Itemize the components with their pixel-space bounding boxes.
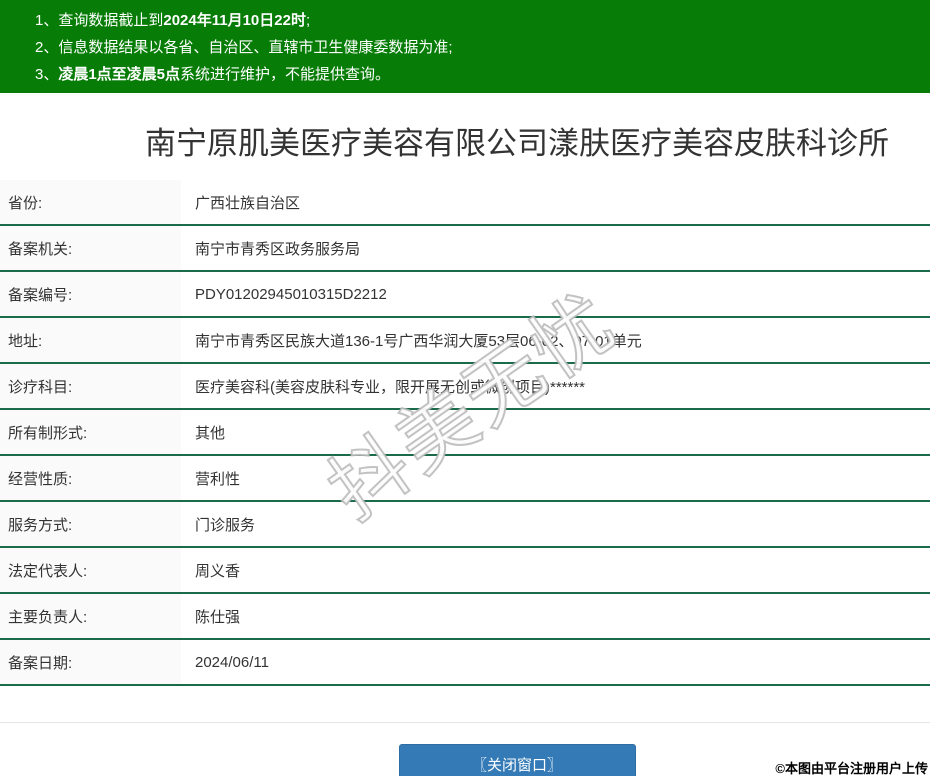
notice-number: 2、 xyxy=(35,39,59,56)
notice-text-pre: 信息数据结果以各省、自治区、直辖市卫生健康委数据为准; xyxy=(58,39,453,56)
row-label: 经营性质: xyxy=(0,456,181,500)
table-row: 经营性质: 营利性 xyxy=(0,456,930,502)
row-value: 陈仕强 xyxy=(195,608,241,626)
row-value: PDY01202945010315D2212 xyxy=(195,285,387,303)
notice-number: 1、 xyxy=(35,12,59,29)
notice-text-bold: 2024年11月10日22时 xyxy=(163,12,306,29)
row-value: 南宁市青秀区民族大道136-1号广西华润大厦53层06-02、07-01单元 xyxy=(195,332,642,350)
notice-item: 2、信息数据结果以各省、自治区、直辖市卫生健康委数据为准; xyxy=(35,34,920,61)
row-label: 备案编号: xyxy=(0,272,181,316)
notice-number: 3、 xyxy=(35,66,59,83)
table-row: 备案机关: 南宁市青秀区政务服务局 xyxy=(0,226,930,272)
table-row: 备案日期: 2024/06/11 xyxy=(0,640,930,686)
record-table: 省份: 广西壮族自治区 备案机关: 南宁市青秀区政务服务局 备案编号: PDY0… xyxy=(0,180,930,686)
table-row: 备案编号: PDY01202945010315D2212 xyxy=(0,272,930,318)
row-label: 备案机关: xyxy=(0,226,181,270)
row-label: 省份: xyxy=(0,180,181,224)
row-label: 所有制形式: xyxy=(0,410,181,454)
table-row: 诊疗科目: 医疗美容科(美容皮肤科专业，限开展无创或微创项目)****** xyxy=(0,364,930,410)
notice-item: 1、查询数据截止到2024年11月10日22时; xyxy=(35,7,920,34)
row-label: 法定代表人: xyxy=(0,548,181,592)
table-row: 法定代表人: 周义香 xyxy=(0,548,930,594)
row-value: 医疗美容科(美容皮肤科专业，限开展无创或微创项目)****** xyxy=(195,378,586,396)
table-row: 地址: 南宁市青秀区民族大道136-1号广西华润大厦53层06-02、07-01… xyxy=(0,318,930,364)
record-lookup-page: 1、查询数据截止到2024年11月10日22时; 2、信息数据结果以各省、自治区… xyxy=(0,0,930,776)
row-label: 主要负责人: xyxy=(0,594,181,638)
row-value: 周义香 xyxy=(195,562,241,580)
notice-text-post: 系统进行维护，不能提供查询。 xyxy=(180,66,391,83)
table-row: 省份: 广西壮族自治区 xyxy=(0,180,930,226)
row-value: 2024/06/11 xyxy=(195,653,269,671)
row-value: 营利性 xyxy=(195,470,241,488)
row-value: 南宁市青秀区政务服务局 xyxy=(195,240,361,258)
page-title: 南宁原肌美医疗美容有限公司漾肤医疗美容皮肤科诊所 xyxy=(145,126,889,161)
notice-text-pre: 查询数据截止到 xyxy=(58,12,164,29)
row-value: 其他 xyxy=(195,424,226,442)
row-value: 广西壮族自治区 xyxy=(195,194,301,212)
row-label: 备案日期: xyxy=(0,640,181,684)
close-window-button[interactable]: 〖关闭窗口〗 xyxy=(398,744,636,776)
table-row: 主要负责人: 陈仕强 xyxy=(0,594,930,640)
notice-text-bold: 凌晨1点至凌晨5点 xyxy=(58,66,181,83)
table-row: 服务方式: 门诊服务 xyxy=(0,502,930,548)
row-label: 服务方式: xyxy=(0,502,181,546)
row-value: 门诊服务 xyxy=(195,516,256,534)
row-label: 地址: xyxy=(0,318,181,362)
notice-item: 3、凌晨1点至凌晨5点系统进行维护，不能提供查询。 xyxy=(35,61,920,88)
table-row: 所有制形式: 其他 xyxy=(0,410,930,456)
row-label: 诊疗科目: xyxy=(0,364,181,408)
notice-text-post: ; xyxy=(305,12,311,29)
corner-watermark: ©本图由平台注册用户上传 xyxy=(775,761,928,776)
notice-banner: 1、查询数据截止到2024年11月10日22时; 2、信息数据结果以各省、自治区… xyxy=(0,0,930,93)
